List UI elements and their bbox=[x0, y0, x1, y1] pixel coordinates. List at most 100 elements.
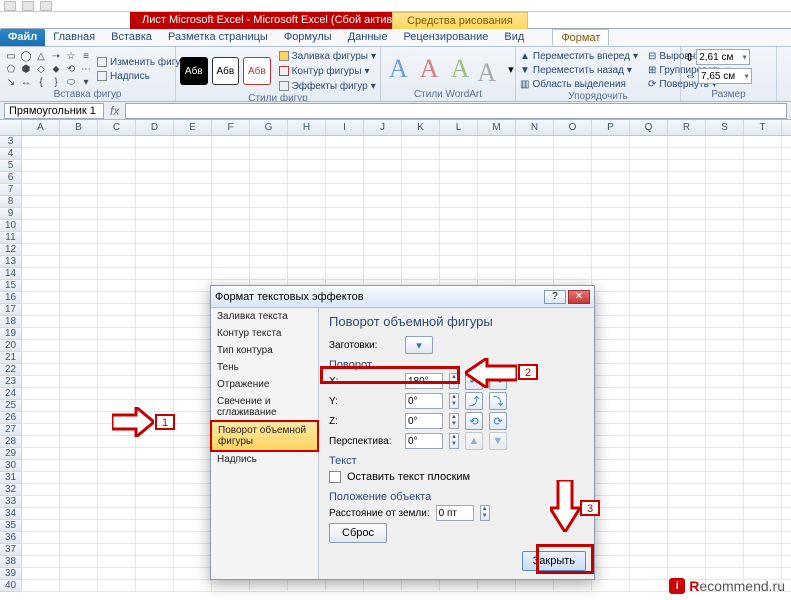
shape-effects-button[interactable]: Эффекты фигур▾ bbox=[279, 79, 376, 93]
presets-dropdown[interactable]: ▾ bbox=[405, 336, 433, 354]
column-header[interactable]: K bbox=[402, 120, 440, 135]
row-header[interactable]: 34 bbox=[0, 508, 22, 520]
column-header[interactable]: B bbox=[60, 120, 98, 135]
row-header[interactable]: 14 bbox=[0, 268, 22, 280]
select-all-corner[interactable] bbox=[0, 120, 22, 135]
reset-button[interactable]: Сброс bbox=[329, 523, 387, 543]
row-header[interactable]: 23 bbox=[0, 376, 22, 388]
dialog-help-button[interactable]: ? bbox=[544, 290, 566, 304]
shape-style-3[interactable]: Абв bbox=[243, 57, 271, 85]
qat-save-icon[interactable] bbox=[4, 1, 16, 11]
column-header[interactable]: Q bbox=[630, 120, 668, 135]
worksheet[interactable]: ABCDEFGHIJKLMNOPQRST 3456789101112131415… bbox=[0, 120, 791, 598]
row-header[interactable]: 20 bbox=[0, 340, 22, 352]
y-spinner[interactable]: ▲▼ bbox=[449, 393, 459, 409]
row-header[interactable]: 24 bbox=[0, 388, 22, 400]
tab-view[interactable]: Вид bbox=[496, 29, 532, 46]
qat-redo-icon[interactable] bbox=[40, 1, 52, 11]
wordart-style-1[interactable]: A bbox=[385, 54, 412, 84]
shape-fill-button[interactable]: Заливка фигуры▾ bbox=[279, 49, 376, 63]
row-header[interactable]: 16 bbox=[0, 292, 22, 304]
shape-outline-button[interactable]: Контур фигуры▾ bbox=[279, 64, 376, 78]
shape-gallery[interactable]: ▭◯△➝☆≡ ⬠⬢◇⬥⟲⋯ ↘↔{}⬭▾ bbox=[4, 50, 93, 88]
formula-input[interactable] bbox=[125, 103, 787, 119]
row-header[interactable]: 13 bbox=[0, 256, 22, 268]
dialog-nav-item[interactable]: Контур текста bbox=[211, 325, 318, 342]
tab-review[interactable]: Рецензирование bbox=[395, 29, 496, 46]
column-header[interactable]: N bbox=[516, 120, 554, 135]
send-backward-button[interactable]: ▼ Переместить назад▾ bbox=[520, 63, 638, 77]
shape-height-input[interactable]: 2,61 см bbox=[696, 49, 750, 65]
column-header[interactable]: G bbox=[250, 120, 288, 135]
row-header[interactable]: 29 bbox=[0, 448, 22, 460]
wordart-style-4[interactable]: A bbox=[473, 58, 500, 88]
row-header[interactable]: 38 bbox=[0, 556, 22, 568]
dialog-nav-item[interactable]: Тип контура bbox=[211, 342, 318, 359]
row-header[interactable]: 3 bbox=[0, 136, 22, 148]
x-rotate-right-button[interactable]: ↷ bbox=[489, 372, 507, 390]
name-box[interactable]: Прямоугольник 1 bbox=[4, 103, 104, 119]
row-header[interactable]: 4 bbox=[0, 148, 22, 160]
shape-style-1[interactable]: Абв bbox=[180, 57, 208, 85]
column-header[interactable]: F bbox=[212, 120, 250, 135]
dialog-nav-item[interactable]: Надпись bbox=[211, 451, 318, 468]
dialog-nav-item[interactable]: Свечение и сглаживание bbox=[211, 393, 318, 421]
row-header[interactable]: 11 bbox=[0, 232, 22, 244]
row-header[interactable]: 25 bbox=[0, 400, 22, 412]
tab-formulas[interactable]: Формулы bbox=[276, 29, 340, 46]
x-spinner[interactable]: ▲▼ bbox=[449, 373, 459, 389]
bring-forward-button[interactable]: ▲ Переместить вперед▾ bbox=[520, 49, 638, 63]
shape-style-2[interactable]: Абв bbox=[212, 57, 240, 85]
qat-undo-icon[interactable] bbox=[22, 1, 34, 11]
quick-access-toolbar[interactable] bbox=[0, 0, 791, 12]
distance-spinner[interactable]: ▲▼ bbox=[480, 505, 490, 521]
row-header[interactable]: 9 bbox=[0, 208, 22, 220]
column-header[interactable]: T bbox=[744, 120, 782, 135]
row-header[interactable]: 35 bbox=[0, 520, 22, 532]
close-button[interactable]: Закрыть bbox=[522, 551, 586, 571]
column-header[interactable]: M bbox=[478, 120, 516, 135]
dialog-close-x-button[interactable]: ✕ bbox=[568, 290, 590, 304]
row-header[interactable]: 30 bbox=[0, 460, 22, 472]
z-rotate-ccw-button[interactable]: ⟲ bbox=[465, 412, 483, 430]
wordart-more-icon[interactable]: ▾ bbox=[508, 63, 514, 76]
dialog-nav-item[interactable]: Заливка текста bbox=[211, 308, 318, 325]
row-header[interactable]: 5 bbox=[0, 160, 22, 172]
row-header[interactable]: 37 bbox=[0, 544, 22, 556]
row-header[interactable]: 6 bbox=[0, 172, 22, 184]
column-header[interactable]: P bbox=[592, 120, 630, 135]
row-header[interactable]: 26 bbox=[0, 412, 22, 424]
distance-input[interactable]: 0 пт bbox=[436, 505, 474, 521]
dialog-nav-item[interactable]: Отражение bbox=[211, 376, 318, 393]
column-header[interactable]: H bbox=[288, 120, 326, 135]
keep-text-flat-checkbox[interactable] bbox=[329, 471, 341, 483]
column-header[interactable]: D bbox=[136, 120, 174, 135]
column-header[interactable]: S bbox=[706, 120, 744, 135]
row-header[interactable]: 32 bbox=[0, 484, 22, 496]
wordart-style-2[interactable]: A bbox=[416, 54, 443, 84]
tab-page-layout[interactable]: Разметка страницы bbox=[160, 29, 276, 46]
tab-insert[interactable]: Вставка bbox=[103, 29, 160, 46]
z-rotation-input[interactable]: 0° bbox=[405, 413, 443, 429]
row-header[interactable]: 40 bbox=[0, 580, 22, 592]
z-spinner[interactable]: ▲▼ bbox=[449, 413, 459, 429]
row-header[interactable]: 39 bbox=[0, 568, 22, 580]
row-header[interactable]: 36 bbox=[0, 532, 22, 544]
row-header[interactable]: 33 bbox=[0, 496, 22, 508]
row-header[interactable]: 18 bbox=[0, 316, 22, 328]
tab-home[interactable]: Главная bbox=[45, 29, 103, 46]
row-header[interactable]: 28 bbox=[0, 436, 22, 448]
column-header[interactable]: I bbox=[326, 120, 364, 135]
tab-data[interactable]: Данные bbox=[340, 29, 396, 46]
dialog-nav-item[interactable]: Поворот объемной фигуры bbox=[211, 421, 318, 451]
perspective-input[interactable]: 0° bbox=[405, 433, 443, 449]
row-header[interactable]: 10 bbox=[0, 220, 22, 232]
row-header[interactable]: 17 bbox=[0, 304, 22, 316]
wordart-style-3[interactable]: A bbox=[447, 54, 474, 84]
tab-file[interactable]: Файл bbox=[0, 29, 45, 46]
row-header[interactable]: 12 bbox=[0, 244, 22, 256]
y-rotate-down-button[interactable]: ⤵ bbox=[489, 392, 507, 410]
column-header[interactable]: J bbox=[364, 120, 402, 135]
row-header[interactable]: 21 bbox=[0, 352, 22, 364]
z-rotate-cw-button[interactable]: ⟳ bbox=[489, 412, 507, 430]
